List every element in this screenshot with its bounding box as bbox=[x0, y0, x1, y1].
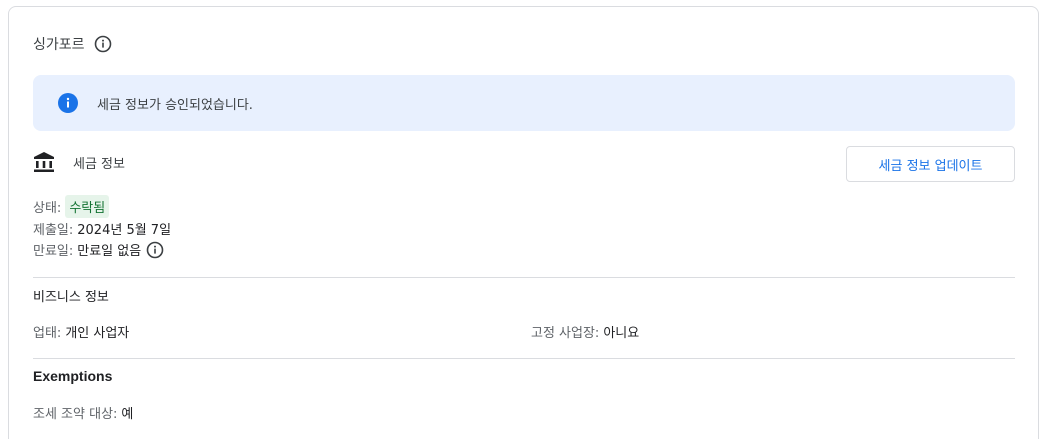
submitted-label: 제출일: bbox=[33, 223, 74, 238]
banner-text: 세금 정보가 승인되었습니다. bbox=[97, 97, 253, 113]
treaty-value: 예 bbox=[121, 407, 134, 422]
expiry-value: 만료일 없음 bbox=[77, 244, 142, 259]
fixed-place-row: 고정 사업장: 아니요 bbox=[531, 322, 639, 341]
bank-icon bbox=[33, 151, 55, 173]
info-outline-icon[interactable] bbox=[146, 241, 164, 259]
exemptions-title: Exemptions bbox=[33, 368, 113, 384]
info-outline-icon[interactable] bbox=[94, 35, 112, 53]
tax-info-header: 세금 정보 bbox=[33, 151, 125, 173]
fixed-place-value: 아니요 bbox=[603, 326, 640, 341]
status-row: 상태: 수락됨 bbox=[33, 195, 110, 218]
submitted-row: 제출일: 2024년 5월 7일 bbox=[33, 219, 171, 238]
business-type-value: 개인 사업자 bbox=[65, 326, 130, 341]
business-type-row: 업태: 개인 사업자 bbox=[33, 322, 129, 341]
expiry-row: 만료일: 만료일 없음 bbox=[33, 240, 164, 259]
country-title: 싱가포르 bbox=[33, 37, 85, 53]
treaty-label: 조세 조약 대상: bbox=[33, 407, 118, 422]
tax-country-card: 싱가포르 세금 정보가 승인되었습니다. 세금 정보 세금 정보 업데이트 상태… bbox=[8, 6, 1039, 439]
status-label: 상태: bbox=[33, 201, 62, 216]
business-type-label: 업태: bbox=[33, 326, 62, 341]
fixed-place-label: 고정 사업장: bbox=[531, 326, 600, 341]
divider bbox=[33, 358, 1015, 359]
treaty-row: 조세 조약 대상: 예 bbox=[33, 403, 133, 422]
business-info-title: 비즈니스 정보 bbox=[33, 290, 109, 305]
approval-banner: 세금 정보가 승인되었습니다. bbox=[33, 75, 1015, 131]
tax-info-title: 세금 정보 bbox=[73, 156, 125, 172]
info-filled-icon bbox=[58, 93, 78, 113]
divider bbox=[33, 277, 1015, 278]
update-tax-info-button[interactable]: 세금 정보 업데이트 bbox=[846, 146, 1015, 182]
submitted-value: 2024년 5월 7일 bbox=[77, 223, 172, 238]
expiry-label: 만료일: bbox=[33, 244, 74, 259]
status-badge: 수락됨 bbox=[65, 195, 110, 218]
card-header: 싱가포르 bbox=[33, 34, 112, 54]
